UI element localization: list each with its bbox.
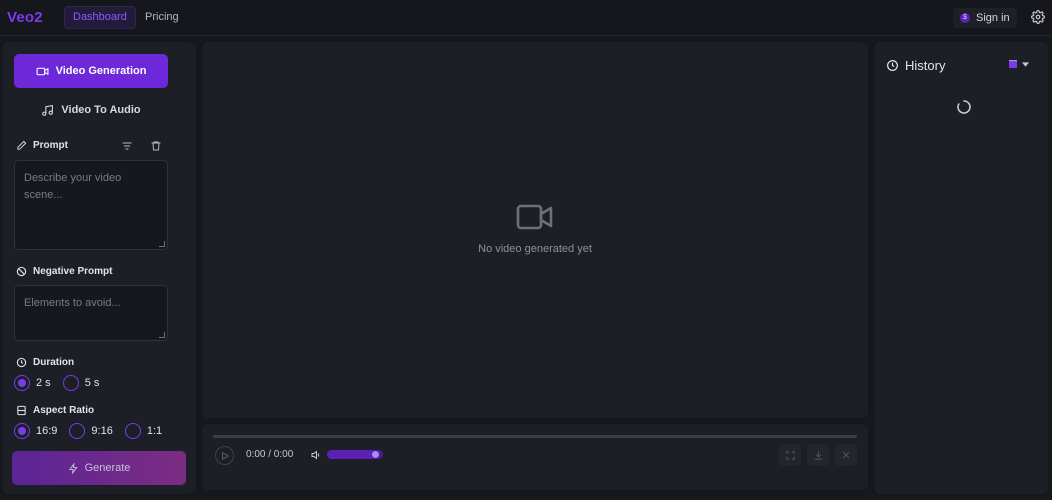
empty-state-text: No video generated yet (478, 243, 592, 255)
aspect-option-16-9[interactable]: 16:9 (14, 423, 57, 439)
ban-icon (16, 266, 27, 277)
prompt-placeholder: Describe your video scene... (24, 172, 122, 201)
aspect-option-9-16[interactable]: 9:16 (69, 423, 113, 439)
duration-options: 2 s 5 s (14, 375, 105, 391)
generation-panel: Video Generation Video To Audio Prompt D… (2, 42, 196, 494)
radio-unselected[interactable] (124, 423, 141, 439)
tab-video-generation[interactable]: Video Generation (14, 54, 168, 88)
history-panel: History (874, 42, 1048, 494)
prompt-label: Prompt (33, 140, 68, 151)
time-display: 0:00 / 0:00 (246, 449, 294, 460)
sign-in-button[interactable]: $ Sign in (953, 8, 1017, 28)
prompt-input[interactable]: Describe your video scene... (14, 160, 168, 250)
duration-option-5s[interactable]: 5 s (62, 375, 100, 391)
clapperboard-icon (1009, 60, 1017, 68)
volume-icon[interactable] (310, 449, 322, 461)
seek-bar[interactable] (213, 435, 857, 438)
loading-spinner-icon (957, 100, 971, 114)
gear-icon[interactable] (1031, 10, 1045, 24)
tab-video-to-audio-label: Video To Audio (61, 104, 141, 116)
download-icon (814, 450, 822, 460)
aspect-option-label: 16:9 (36, 425, 58, 437)
top-bar: Veo2 Dashboard Pricing $ Sign in (0, 0, 1052, 36)
aspect-option-1-1[interactable]: 1:1 (124, 423, 163, 439)
resize-handle[interactable] (159, 332, 165, 338)
chevron-down-icon (1022, 61, 1029, 67)
duration-option-label: 2 s (36, 377, 51, 389)
aspect-ratio-options: 16:9 9:16 1:1 (14, 423, 168, 439)
negative-prompt-input[interactable]: Elements to avoid... (14, 285, 168, 341)
nav-tab-pricing[interactable]: Pricing (137, 6, 187, 29)
play-button[interactable] (215, 446, 234, 465)
aspect-option-label: 1:1 (146, 425, 163, 437)
volume-slider[interactable] (327, 450, 383, 459)
negative-prompt-label: Negative Prompt (33, 266, 113, 277)
fullscreen-icon (785, 450, 795, 460)
sign-in-label: Sign in (976, 12, 1010, 24)
app-logo[interactable]: Veo2 (7, 9, 43, 26)
negative-prompt-placeholder: Elements to avoid... (24, 297, 121, 309)
video-preview: No video generated yet (202, 42, 868, 418)
resize-handle[interactable] (159, 241, 165, 247)
aspect-ratio-icon (17, 405, 26, 416)
radio-selected[interactable] (14, 375, 30, 391)
aspect-option-label: 9:16 (91, 425, 113, 437)
video-player-controls: 0:00 / 0:00 (202, 424, 868, 490)
sign-in-icon: $ (960, 13, 970, 23)
generate-label: Generate (84, 462, 131, 474)
trash-icon[interactable] (150, 140, 162, 152)
close-icon (842, 451, 850, 459)
volume-knob[interactable] (371, 451, 379, 458)
close-button[interactable] (835, 444, 857, 466)
clock-icon (887, 60, 898, 71)
volume-fill (327, 450, 375, 459)
duration-option-label: 5 s (84, 377, 100, 389)
tab-video-to-audio[interactable]: Video To Audio (14, 96, 168, 124)
aspect-ratio-label: Aspect Ratio (33, 405, 95, 416)
music-icon (42, 104, 54, 116)
format-list-icon[interactable] (121, 140, 133, 152)
generate-button[interactable]: Generate (12, 451, 186, 485)
history-filter-dropdown[interactable] (1008, 59, 1029, 69)
duration-label-row: Duration (16, 357, 74, 368)
prompt-label-row: Prompt (16, 140, 68, 151)
tab-video-generation-label: Video Generation (55, 65, 147, 77)
video-camera-icon (516, 204, 553, 230)
history-title: History (905, 58, 946, 73)
play-icon (221, 451, 229, 460)
aspect-ratio-label-row: Aspect Ratio (16, 405, 94, 416)
radio-unselected[interactable] (69, 423, 86, 439)
fullscreen-button[interactable] (779, 444, 801, 466)
radio-selected[interactable] (14, 423, 30, 439)
nav-tab-dashboard[interactable]: Dashboard (64, 6, 136, 29)
negative-prompt-label-row: Negative Prompt (16, 266, 112, 277)
bolt-icon (68, 462, 78, 474)
download-button[interactable] (807, 444, 829, 466)
pencil-icon (17, 140, 27, 150)
clock-icon (16, 357, 27, 368)
video-icon (36, 67, 49, 75)
history-header: History (886, 58, 945, 73)
duration-option-2s[interactable]: 2 s (14, 375, 51, 391)
duration-label: Duration (33, 357, 75, 368)
empty-state: No video generated yet (202, 202, 868, 255)
radio-unselected[interactable] (62, 375, 79, 391)
